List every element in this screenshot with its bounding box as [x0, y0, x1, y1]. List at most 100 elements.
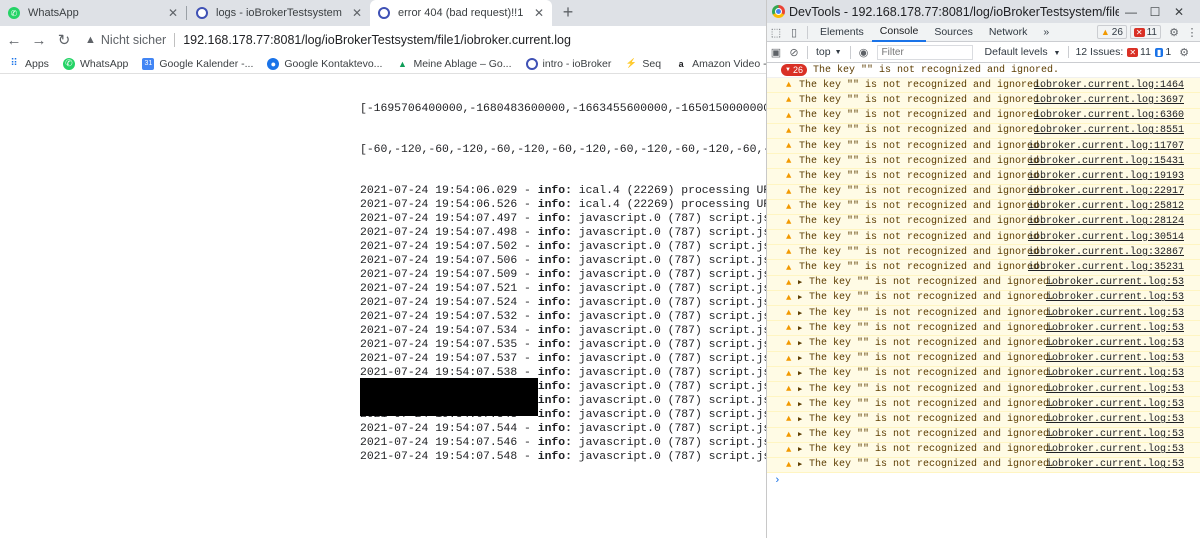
tab-error-404[interactable]: error 404 (bad request)!!1 ✕: [370, 0, 552, 26]
console-settings-gear-icon[interactable]: ⚙: [1175, 43, 1193, 61]
bookmark-apps[interactable]: ⠿ Apps: [8, 58, 49, 70]
console-warning-row[interactable]: ▲ ▶ The key "" is not recognized and ignor…: [767, 336, 1200, 352]
address-bar[interactable]: ▲ Nicht sicher 192.168.178.77 :8081/log/…: [85, 29, 766, 51]
expand-arrow-icon[interactable]: ▶: [798, 324, 806, 333]
tab-console[interactable]: Console: [871, 23, 927, 42]
source-link[interactable]: iobroker.current.log:22917: [1028, 186, 1184, 197]
console-warning-row[interactable]: ▲ ▶ The key "" is not recognized and ignor…: [767, 306, 1200, 322]
console-warning-row[interactable]: ▲ ▶ The key "" is not recognized and ignor…: [767, 427, 1200, 443]
expand-arrow-icon[interactable]: ▶: [798, 369, 806, 378]
forward-arrow-icon[interactable]: →: [28, 29, 50, 51]
source-link[interactable]: iobroker.current.log:53: [1046, 353, 1184, 364]
bookmark-google-drive[interactable]: ▲ Meine Ablage – Go...: [396, 58, 512, 70]
clear-console-icon[interactable]: ⊘: [785, 43, 803, 61]
warning-count-badge[interactable]: ▲ 26: [1096, 25, 1127, 39]
expand-arrow-icon[interactable]: ▶: [798, 339, 806, 348]
source-link[interactable]: iobroker.current.log:6360: [1034, 110, 1184, 121]
reload-icon[interactable]: ↻: [53, 29, 75, 51]
issues-button[interactable]: 12 Issues: ✕ 11 ▮ 1: [1068, 46, 1171, 58]
source-link[interactable]: iobroker.current.log:53: [1046, 338, 1184, 349]
expand-arrow-icon[interactable]: ▶: [798, 430, 806, 439]
sidebar-toggle-icon[interactable]: ▣: [767, 43, 785, 61]
maximize-icon[interactable]: ☐: [1143, 5, 1167, 19]
more-tabs-button[interactable]: »: [1035, 23, 1057, 42]
source-link[interactable]: iobroker.current.log:53: [1046, 308, 1184, 319]
console-warning-row[interactable]: ▲ ▶ The key "" is not recognized and ignor…: [767, 290, 1200, 306]
source-link[interactable]: iobroker.current.log:1464: [1034, 80, 1184, 91]
close-icon[interactable]: ✕: [352, 6, 362, 20]
source-link[interactable]: iobroker.current.log:28124: [1028, 216, 1184, 227]
console-warning-row[interactable]: ▲ ▶ The key "" is not recognized and ignor…: [767, 275, 1200, 291]
console-warning-row[interactable]: ▲ ▶ The key "" is not recognized and ignor…: [767, 366, 1200, 382]
inspect-icon[interactable]: ⬚: [767, 23, 785, 41]
source-link[interactable]: iobroker.current.log:30514: [1028, 232, 1184, 243]
source-link[interactable]: iobroker.current.log:53: [1046, 414, 1184, 425]
bookmark-google-calendar[interactable]: 31 Google Kalender -...: [142, 57, 253, 70]
kebab-menu-icon[interactable]: ⋮: [1183, 23, 1200, 41]
console-warning-row[interactable]: ▲ ▶ The key "" is not recognized and ignor…: [767, 321, 1200, 337]
source-link[interactable]: iobroker.current.log:53: [1046, 384, 1184, 395]
console-message: The key "" is not recognized and ignored…: [799, 216, 1046, 228]
source-link[interactable]: iobroker.current.log:32867: [1028, 247, 1184, 258]
eye-icon[interactable]: ◉: [855, 43, 873, 61]
console-warning-row[interactable]: ▲ ▶ The key "" is not recognized and ignor…: [767, 442, 1200, 458]
bookmark-seq[interactable]: ⚡ Seq: [625, 58, 661, 70]
console-message: The key "" is not recognized and ignored…: [799, 94, 1046, 106]
expand-arrow-icon[interactable]: ▶: [798, 385, 806, 394]
expand-arrow-icon[interactable]: ▶: [798, 400, 806, 409]
bookmark-iobroker-intro[interactable]: intro - ioBroker: [525, 57, 611, 70]
bookmark-whatsapp[interactable]: ✆ WhatsApp: [62, 57, 128, 70]
minimize-icon[interactable]: —: [1119, 5, 1143, 19]
close-icon[interactable]: ✕: [1167, 5, 1191, 19]
expand-arrow-icon[interactable]: ▶: [798, 445, 806, 454]
filter-input[interactable]: [876, 44, 973, 60]
source-link[interactable]: iobroker.current.log:53: [1046, 292, 1184, 303]
source-link[interactable]: iobroker.current.log:53: [1046, 368, 1184, 379]
source-link[interactable]: iobroker.current.log:3697: [1034, 95, 1184, 106]
tab-elements[interactable]: Elements: [812, 23, 872, 42]
log-levels-dropdown[interactable]: Default levels ▼: [985, 46, 1061, 58]
console-prompt[interactable]: ›: [774, 475, 1200, 487]
tab-sources[interactable]: Sources: [926, 23, 981, 42]
source-link[interactable]: iobroker.current.log:53: [1046, 323, 1184, 334]
source-link[interactable]: iobroker.current.log:53: [1046, 459, 1184, 470]
expand-arrow-icon[interactable]: ▶: [798, 354, 806, 363]
not-secure-label: Nicht sicher: [100, 33, 167, 47]
tab-network[interactable]: Network: [981, 23, 1036, 42]
source-link[interactable]: iobroker.current.log:19193: [1028, 171, 1184, 182]
console-warning-row[interactable]: ▲ ▶ The key "" is not recognized and ignor…: [767, 397, 1200, 413]
new-tab-button[interactable]: +: [558, 3, 578, 23]
console-message: The key "" is not recognized and ignored…: [809, 444, 1056, 456]
device-toolbar-icon[interactable]: ▯: [785, 23, 803, 41]
console-group-header[interactable]: ▼ 26 The key "" is not recognized and ig…: [767, 63, 1200, 79]
console-warning-row[interactable]: ▲ ▶ The key "" is not recognized and ignor…: [767, 457, 1200, 474]
close-icon[interactable]: ✕: [534, 6, 544, 20]
expand-arrow-icon[interactable]: ▶: [798, 278, 806, 287]
bookmark-label: Seq: [642, 57, 662, 70]
error-count-badge[interactable]: ✕ 11: [1129, 25, 1161, 39]
source-link[interactable]: iobroker.current.log:15431: [1028, 156, 1184, 167]
source-link[interactable]: iobroker.current.log:25812: [1028, 201, 1184, 212]
expand-arrow-icon[interactable]: ▶: [798, 293, 806, 302]
source-link[interactable]: iobroker.current.log:53: [1046, 429, 1184, 440]
bookmark-amazon-video[interactable]: a Amazon Video - Vi...: [675, 58, 766, 70]
close-icon[interactable]: ✕: [168, 6, 178, 20]
settings-gear-icon[interactable]: ⚙: [1165, 23, 1183, 41]
source-link[interactable]: iobroker.current.log:53: [1046, 399, 1184, 410]
source-link[interactable]: iobroker.current.log:35231: [1028, 262, 1184, 273]
console-warning-row[interactable]: ▲ ▶ The key "" is not recognized and ignor…: [767, 351, 1200, 367]
source-link[interactable]: iobroker.current.log:11707: [1028, 141, 1184, 152]
console-warning-row[interactable]: ▲ ▶ The key "" is not recognized and ignor…: [767, 381, 1200, 398]
tab-logs[interactable]: logs - ioBrokerTestsystem ✕: [188, 0, 370, 26]
expand-arrow-icon[interactable]: ▶: [798, 309, 806, 318]
bookmark-google-contacts[interactable]: ● Google Kontaktevo...: [267, 57, 382, 70]
context-selector[interactable]: top ▼: [812, 46, 846, 58]
source-link[interactable]: iobroker.current.log:53: [1046, 277, 1184, 288]
expand-arrow-icon[interactable]: ▶: [798, 415, 806, 424]
console-warning-row[interactable]: ▲ ▶ The key "" is not recognized and ignor…: [767, 412, 1200, 428]
tab-whatsapp[interactable]: ✆ WhatsApp ✕: [0, 0, 186, 26]
source-link[interactable]: iobroker.current.log:8551: [1034, 125, 1184, 136]
expand-arrow-icon[interactable]: ▶: [798, 460, 806, 469]
back-arrow-icon[interactable]: ←: [3, 29, 25, 51]
source-link[interactable]: iobroker.current.log:53: [1046, 444, 1184, 455]
